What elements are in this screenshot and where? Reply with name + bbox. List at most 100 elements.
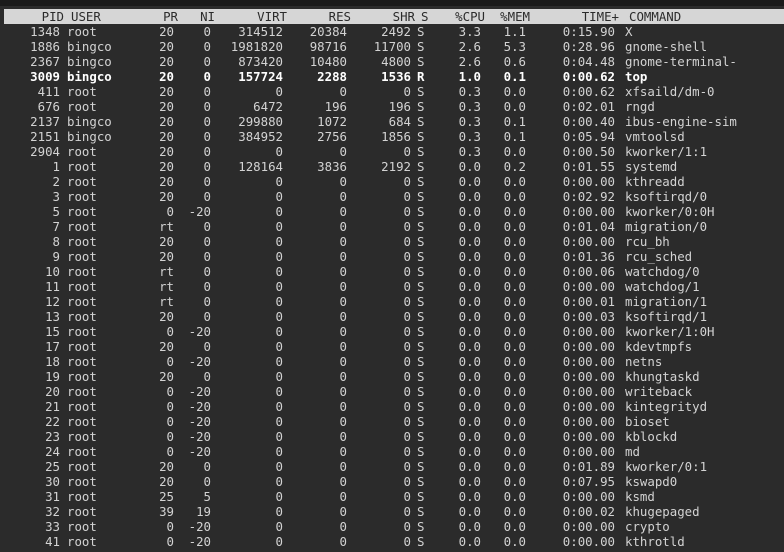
- cell-mem: 0.0: [503, 369, 526, 384]
- cell-pid: 1348: [30, 24, 60, 39]
- cell-time: 0:00.00: [562, 279, 615, 294]
- cell-res: 0: [339, 504, 347, 519]
- cell-cpu: 0.0: [458, 324, 481, 339]
- cell-state: S: [417, 159, 425, 174]
- cell-state: S: [417, 459, 425, 474]
- cell-command: vmtoolsd: [625, 129, 685, 144]
- cell-res: 10480: [309, 54, 347, 69]
- cell-user: root: [67, 99, 97, 114]
- cell-virt: 157724: [238, 69, 283, 84]
- cell-ni: 0: [203, 369, 211, 384]
- cell-time: 0:05.94: [562, 129, 615, 144]
- cell-state: S: [417, 129, 425, 144]
- cell-ni: 0: [203, 459, 211, 474]
- cell-shr: 0: [403, 444, 411, 459]
- cell-mem: 0.0: [503, 309, 526, 324]
- cell-pr: 0: [166, 204, 174, 219]
- cell-command: kintegrityd: [625, 399, 708, 414]
- cell-pid: 2: [52, 174, 60, 189]
- cell-ni: -20: [188, 204, 211, 219]
- cell-user: root: [67, 204, 97, 219]
- cell-virt: 0: [275, 504, 283, 519]
- cell-ni: 0: [203, 159, 211, 174]
- cell-ni: 19: [196, 504, 211, 519]
- cell-shr: 0: [403, 264, 411, 279]
- cell-shr: 0: [403, 219, 411, 234]
- cell-command: ksoftirqd/0: [625, 189, 708, 204]
- cell-state: S: [417, 309, 425, 324]
- table-row: 1348 root 20 0 314512 20384 2492 S 3.3 1.1 0:15.90…: [0, 24, 784, 39]
- cell-time: 0:15.90: [562, 24, 615, 39]
- cell-mem: 0.6: [503, 54, 526, 69]
- table-row: 11 root rt 0 0 0 0 S 0.0 0.0 0:00.00 watchdog/1: [0, 279, 784, 294]
- cell-ni: -20: [188, 414, 211, 429]
- cell-user: root: [67, 234, 97, 249]
- cell-res: 196: [324, 99, 347, 114]
- cell-ni: 0: [203, 339, 211, 354]
- cell-cpu: 0.0: [458, 534, 481, 549]
- cell-user: bingco: [67, 129, 112, 144]
- cell-state: S: [417, 489, 425, 504]
- cell-state: S: [417, 279, 425, 294]
- header-pr: PR: [163, 9, 178, 24]
- cell-user: root: [67, 369, 97, 384]
- cell-time: 0:00.00: [562, 489, 615, 504]
- cell-command: migration/1: [625, 294, 708, 309]
- cell-shr: 0: [403, 279, 411, 294]
- cell-res: 0: [339, 519, 347, 534]
- cell-cpu: 3.3: [458, 24, 481, 39]
- cell-time: 0:01.55: [562, 159, 615, 174]
- cell-command: md: [625, 444, 640, 459]
- cell-time: 0:00.62: [562, 69, 615, 84]
- cell-pr: 20: [159, 24, 174, 39]
- cell-time: 0:00.02: [562, 504, 615, 519]
- cell-mem: 0.0: [503, 264, 526, 279]
- cell-user: root: [67, 519, 97, 534]
- cell-shr: 196: [388, 99, 411, 114]
- cell-time: 0:01.89: [562, 459, 615, 474]
- cell-cpu: 0.0: [458, 399, 481, 414]
- cell-pid: 1886: [30, 39, 60, 54]
- cell-mem: 0.0: [503, 249, 526, 264]
- cell-mem: 0.0: [503, 504, 526, 519]
- cell-pr: 0: [166, 429, 174, 444]
- cell-user: root: [67, 429, 97, 444]
- cell-state: S: [417, 414, 425, 429]
- cell-pid: 22: [45, 414, 60, 429]
- cell-user: root: [67, 414, 97, 429]
- cell-cpu: 0.0: [458, 189, 481, 204]
- cell-cpu: 0.0: [458, 354, 481, 369]
- cell-cpu: 0.3: [458, 99, 481, 114]
- cell-mem: 0.1: [503, 129, 526, 144]
- table-row: 7 root rt 0 0 0 0 S 0.0 0.0 0:01.04 migration/0: [0, 219, 784, 234]
- cell-res: 0: [339, 489, 347, 504]
- table-row: 9 root 20 0 0 0 0 S 0.0 0.0 0:01.36 rcu_sched: [0, 249, 784, 264]
- cell-state: S: [417, 444, 425, 459]
- cell-virt: 0: [275, 384, 283, 399]
- cell-pr: 20: [159, 249, 174, 264]
- cell-mem: 0.0: [503, 174, 526, 189]
- cell-cpu: 0.0: [458, 339, 481, 354]
- cell-ni: 0: [203, 99, 211, 114]
- cell-time: 0:00.00: [562, 414, 615, 429]
- cell-ni: 0: [203, 129, 211, 144]
- cell-ni: -20: [188, 399, 211, 414]
- cell-res: 20384: [309, 24, 347, 39]
- cell-virt: 0: [275, 189, 283, 204]
- cell-pr: 20: [159, 84, 174, 99]
- cell-pid: 17: [45, 339, 60, 354]
- cell-user: root: [67, 249, 97, 264]
- cell-command: systemd: [625, 159, 678, 174]
- cell-shr: 4800: [381, 54, 411, 69]
- cell-state: S: [417, 144, 425, 159]
- cell-time: 0:00.01: [562, 294, 615, 309]
- cell-pr: 0: [166, 384, 174, 399]
- cell-command: rngd: [625, 99, 655, 114]
- cell-state: S: [417, 264, 425, 279]
- cell-res: 0: [339, 264, 347, 279]
- cell-shr: 0: [403, 189, 411, 204]
- header-cpu: %CPU: [455, 9, 485, 24]
- table-row: 15 root 0 -20 0 0 0 S 0.0 0.0 0:00.00 kworker/1:0H: [0, 324, 784, 339]
- table-row: 8 root 20 0 0 0 0 S 0.0 0.0 0:00.00 rcu_bh: [0, 234, 784, 249]
- cell-res: 0: [339, 474, 347, 489]
